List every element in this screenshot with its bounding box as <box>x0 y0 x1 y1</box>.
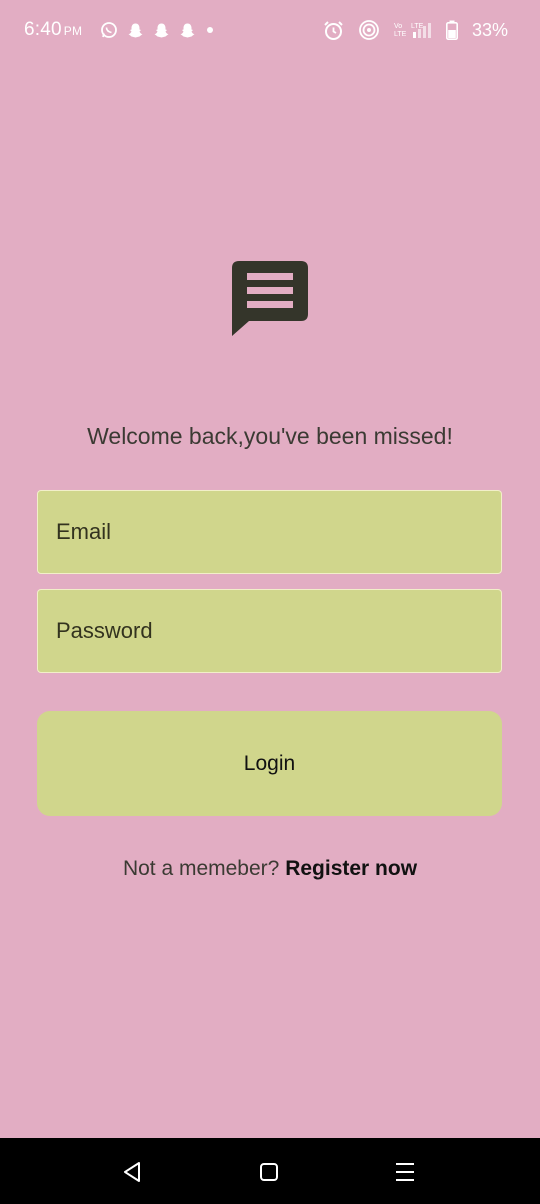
status-right-icons: Vo LTE LTE 33% <box>323 19 508 41</box>
dot-icon <box>205 25 215 35</box>
snapchat-icon <box>127 22 144 39</box>
status-time-ampm: PM <box>63 24 83 38</box>
welcome-text: Welcome back,you've been missed! <box>87 423 453 449</box>
snapchat-icon <box>179 22 196 39</box>
volte-text-2: LTE <box>394 31 407 38</box>
battery-icon <box>445 20 458 40</box>
battery-percent: 33% <box>471 19 508 40</box>
volte-text: Vo <box>394 23 402 30</box>
back-triangle-icon[interactable] <box>120 1159 146 1185</box>
password-field[interactable] <box>37 589 502 673</box>
email-field[interactable] <box>37 490 502 574</box>
hotspot-icon <box>358 19 380 41</box>
navigation-bar <box>0 1138 540 1204</box>
whatsapp-icon <box>100 21 118 39</box>
login-button-label: Login <box>243 751 296 775</box>
login-button[interactable]: Login <box>37 711 502 816</box>
status-bar: 6:40 PM Vo LTE LTE 33% <box>0 0 540 60</box>
register-prompt: Not a memeber? <box>122 857 280 880</box>
status-time-value: 6:40 <box>24 19 62 40</box>
snapchat-icon <box>153 22 170 39</box>
register-row: Not a memeber? Register now <box>0 857 540 881</box>
volte-lte-icon: Vo LTE LTE <box>394 20 432 40</box>
status-left-icons <box>100 20 215 40</box>
menu-lines-icon[interactable] <box>392 1159 418 1185</box>
message-icon <box>231 261 309 337</box>
home-square-icon[interactable] <box>256 1159 282 1185</box>
register-now-link[interactable]: Register now <box>285 857 417 880</box>
status-time: 6:40 PM <box>24 19 82 41</box>
lte-text: LTE <box>411 23 424 30</box>
alarm-icon <box>323 20 344 41</box>
